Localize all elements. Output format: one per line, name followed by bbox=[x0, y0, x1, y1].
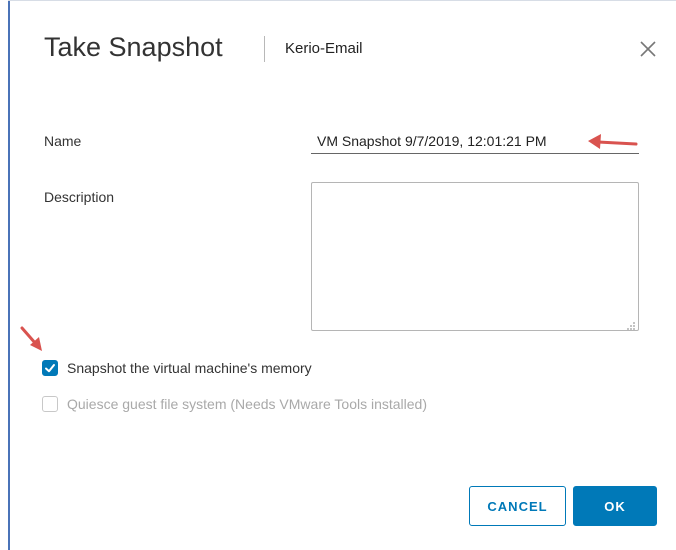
window-edge bbox=[8, 0, 10, 550]
quiesce-checkbox bbox=[42, 396, 58, 412]
title-divider bbox=[264, 36, 265, 62]
window-top-edge bbox=[8, 0, 676, 1]
quiesce-option: Quiesce guest file system (Needs VMware … bbox=[42, 394, 427, 414]
dialog-title: Take Snapshot bbox=[44, 32, 223, 62]
red-arrow-memory-icon bbox=[20, 326, 42, 351]
description-label: Description bbox=[44, 189, 115, 205]
memory-option[interactable]: Snapshot the virtual machine's memory bbox=[42, 358, 312, 378]
vm-name: Kerio-Email bbox=[285, 40, 363, 57]
quiesce-checkbox-label: Quiesce guest file system (Needs VMware … bbox=[67, 396, 428, 412]
close-icon[interactable] bbox=[638, 39, 658, 59]
ok-button[interactable]: OK bbox=[573, 486, 657, 526]
description-textarea[interactable] bbox=[311, 182, 639, 331]
name-label: Name bbox=[44, 133, 82, 149]
memory-checkbox[interactable] bbox=[42, 360, 58, 376]
memory-checkbox-label: Snapshot the virtual machine's memory bbox=[67, 360, 312, 376]
cancel-button[interactable]: CANCEL bbox=[469, 486, 566, 526]
red-arrow-name-icon bbox=[588, 134, 638, 149]
resize-grip-icon[interactable] bbox=[626, 318, 636, 330]
checkmark-icon bbox=[45, 364, 55, 373]
